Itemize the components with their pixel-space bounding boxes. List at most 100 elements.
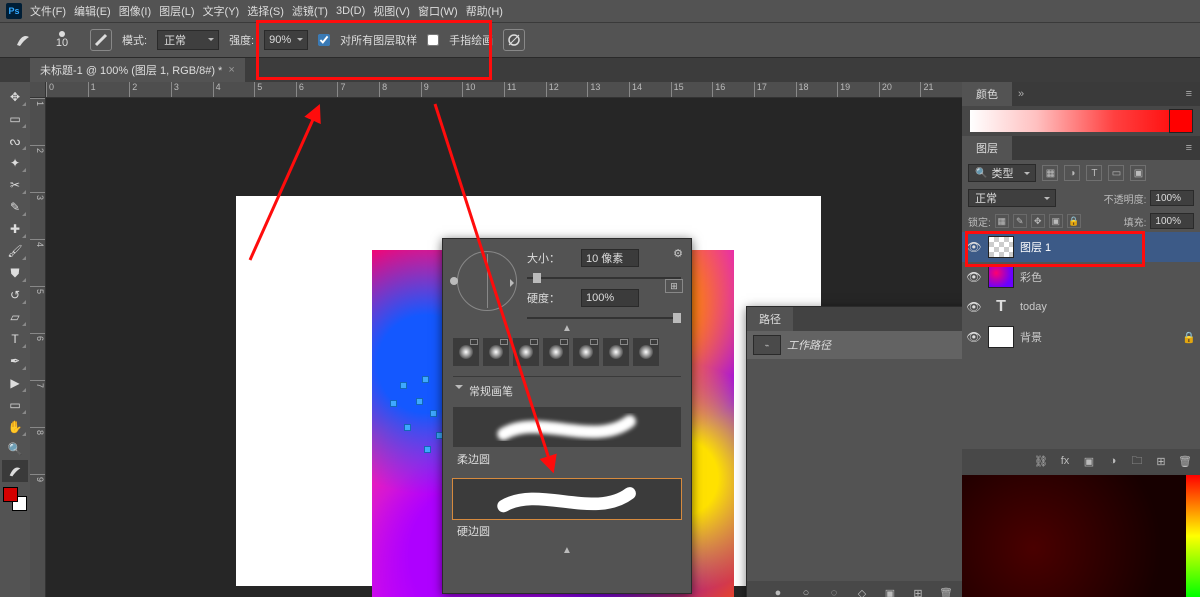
brush-preset-soft[interactable] [453,407,681,447]
visibility-icon[interactable]: 👁 [966,270,982,284]
brush-panel-toggle-icon[interactable] [90,29,112,51]
scroll-down-icon[interactable]: ▲ [443,543,691,558]
brush-settings-gear-icon[interactable]: ⚙ [673,247,683,260]
new-brush-icon[interactable]: ⊞ [665,279,683,293]
layer-row[interactable]: 👁 图层 1 [962,232,1200,262]
healing-tool[interactable]: ✚ [2,218,28,240]
menu-file[interactable]: 文件(F) [30,3,66,19]
blend-mode-dropdown[interactable]: 正常 [968,189,1056,207]
magic-wand-tool[interactable]: ✦ [2,152,28,174]
path-row[interactable]: ⌁ 工作路径 [747,331,962,359]
document-tab[interactable]: 未标题-1 @ 100% (图层 1, RGB/8#) * × [30,58,245,82]
mode-dropdown[interactable]: 正常 [157,30,219,50]
menu-view[interactable]: 视图(V) [373,3,410,19]
finger-painting-checkbox[interactable] [427,34,439,46]
layer-filter-kind[interactable]: 类型 [968,164,1036,182]
recent-brush[interactable] [633,338,659,366]
zoom-tool[interactable]: 🔍 [2,438,28,460]
menu-window[interactable]: 窗口(W) [418,3,458,19]
brush-angle-wheel[interactable] [457,251,517,311]
recent-brush[interactable] [483,338,509,366]
menu-layer[interactable]: 图层(L) [159,3,194,19]
layer-row[interactable]: 👁 背景 🔒 [962,322,1200,352]
layer-name[interactable]: today [1020,301,1047,313]
marquee-tool[interactable]: ▭ [2,108,28,130]
recent-brush[interactable] [573,338,599,366]
layers-panel-menu-icon[interactable]: ≡ [1178,142,1200,154]
eyedropper-tool[interactable]: ✎ [2,196,28,218]
layer-name[interactable]: 背景 [1020,329,1042,345]
group-icon[interactable]: 🗀 [1130,454,1144,468]
close-tab-icon[interactable]: × [228,64,234,76]
color-picker-preview[interactable] [962,475,1200,597]
brush-hardness-value[interactable]: 100% [581,289,639,307]
brush-preset-picker[interactable]: 10 [44,25,80,55]
layer-thumbnail[interactable] [988,266,1014,288]
recent-brush[interactable] [513,338,539,366]
filter-adjust-icon[interactable]: ◑ [1064,165,1080,181]
scroll-up-icon[interactable]: ▲ [443,323,691,334]
move-tool[interactable]: ✥ [2,86,28,108]
recent-brush[interactable] [603,338,629,366]
mask-icon[interactable]: ▣ [883,586,897,597]
opacity-value[interactable]: 100% [1150,190,1194,206]
lock-transparent-icon[interactable]: ▦ [995,214,1009,228]
paths-tab[interactable]: 路径 [747,307,793,331]
fill-path-icon[interactable]: ● [771,586,785,597]
layer-mask-icon[interactable]: ▣ [1082,454,1096,468]
pressure-icon[interactable] [503,29,525,51]
layer-name[interactable]: 图层 1 [1020,239,1051,255]
new-path-icon[interactable]: ⊞ [911,586,925,597]
filter-smart-icon[interactable]: ▣ [1130,165,1146,181]
delete-layer-icon[interactable]: 🗑 [1178,454,1192,468]
recent-brush[interactable] [453,338,479,366]
adjustment-layer-icon[interactable]: ◑ [1106,454,1120,468]
smudge-tool-icon[interactable] [12,29,34,51]
menu-filter[interactable]: 滤镜(T) [292,3,328,19]
brush-tool[interactable]: 🖌 [2,240,28,262]
path-name[interactable]: 工作路径 [787,337,831,353]
sample-all-layers-checkbox[interactable] [318,34,330,46]
lock-icon[interactable]: 🔒 [1182,331,1196,344]
pen-tool[interactable]: ✒ [2,350,28,372]
lock-image-icon[interactable]: ✎ [1013,214,1027,228]
strength-input[interactable]: 90% [264,30,308,50]
menu-image[interactable]: 图像(I) [119,3,151,19]
collapse-icon[interactable]: » [1012,88,1030,100]
color-tab[interactable]: 颜色 [962,82,1012,106]
color-panel-menu-icon[interactable]: ≡ [1178,88,1200,100]
link-layers-icon[interactable]: ⛓ [1034,454,1048,468]
menu-type[interactable]: 文字(Y) [203,3,240,19]
lock-artboard-icon[interactable]: ▣ [1049,214,1063,228]
brush-size-value[interactable]: 10 像素 [581,249,639,267]
layer-row[interactable]: 👁 T today [962,292,1200,322]
layer-thumbnail[interactable] [988,326,1014,348]
path-to-selection-icon[interactable]: ◌ [827,586,841,597]
layer-thumbnail[interactable]: T [988,296,1014,318]
color-ramp[interactable] [970,110,1192,132]
menu-3d[interactable]: 3D(D) [336,5,365,17]
layer-thumbnail[interactable] [988,236,1014,258]
stamp-tool[interactable]: ⛊ [2,262,28,284]
ruler-origin[interactable] [30,82,46,98]
hue-slider[interactable] [1186,475,1200,597]
brush-preset-hard[interactable] [453,479,681,519]
type-tool[interactable]: T [2,328,28,350]
crop-tool[interactable]: ✂ [2,174,28,196]
foreground-color-swatch[interactable] [3,487,18,502]
lock-all-icon[interactable]: 🔒 [1067,214,1081,228]
brush-folder[interactable]: 常规画笔 [453,376,681,399]
smudge-tool[interactable] [2,460,28,482]
menu-edit[interactable]: 编辑(E) [74,3,111,19]
history-brush-tool[interactable]: ↺ [2,284,28,306]
stroke-path-icon[interactable]: ○ [799,586,813,597]
current-color-swatch[interactable] [1170,110,1192,132]
visibility-icon[interactable]: 👁 [966,300,982,314]
vertical-ruler[interactable]: 12 34 56 78 9 [30,98,46,597]
filter-type-icon[interactable]: T [1086,165,1102,181]
lasso-tool[interactable]: ᔓ [2,130,28,152]
delete-path-icon[interactable]: 🗑 [939,586,953,597]
color-swatches[interactable] [2,486,28,512]
filter-shape-icon[interactable]: ▭ [1108,165,1124,181]
recent-brush[interactable] [543,338,569,366]
